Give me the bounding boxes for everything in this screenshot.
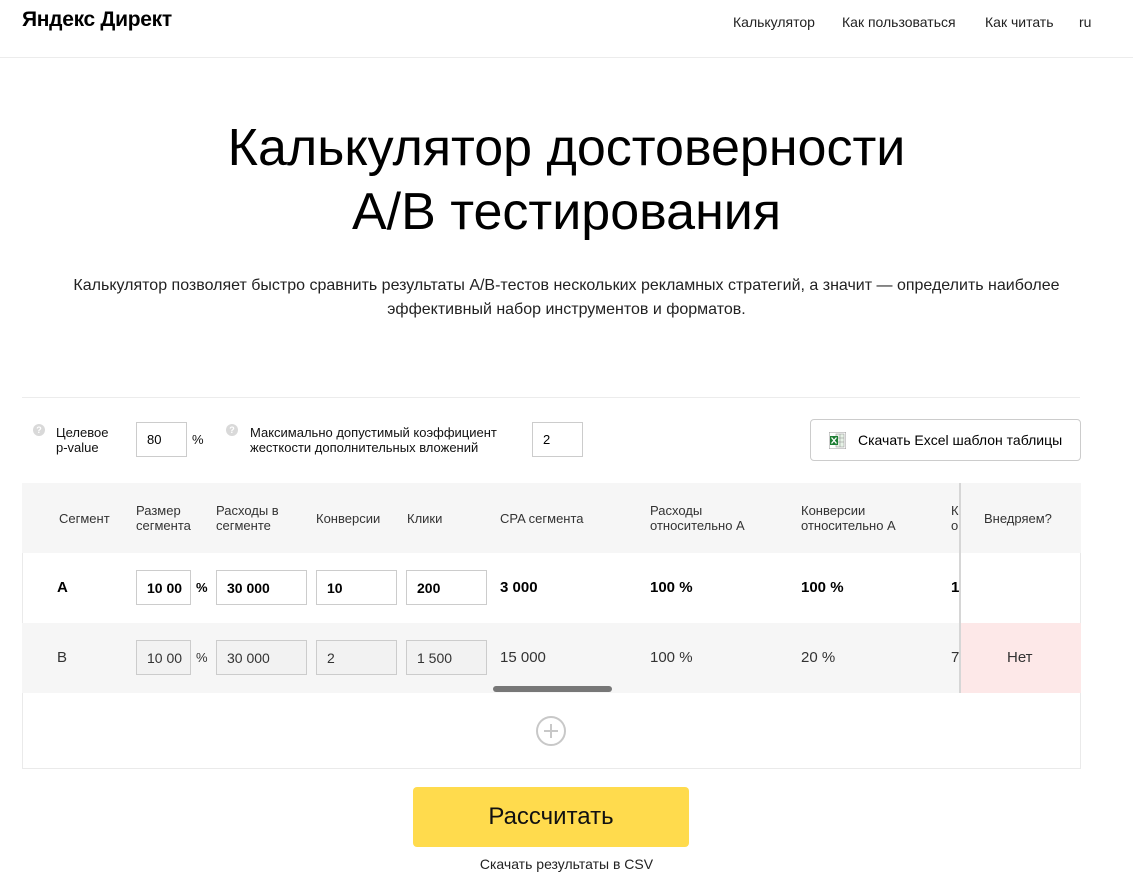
pvalue-label: Целевое p-value <box>56 425 108 455</box>
row-a-clicks-input[interactable]: 200 <box>406 570 487 605</box>
page-title: Калькулятор достоверности A/B тестирован… <box>0 116 1133 244</box>
row-a-spend-relative: 100 % <box>650 579 693 596</box>
row-a-size-unit: % <box>196 580 208 595</box>
row-a-cpa: 3 000 <box>500 579 538 596</box>
sticky-column-separator <box>959 483 961 693</box>
row-b-size-unit: % <box>196 650 208 665</box>
row-b-spend-relative: 100 % <box>650 649 693 666</box>
row-b-clicks-input[interactable]: 1 500 <box>406 640 487 675</box>
pvalue-label-line-2: p-value <box>56 440 99 455</box>
row-a-spend-input[interactable]: 30 000 <box>216 570 307 605</box>
col-truncated-line-2: о <box>951 518 959 533</box>
excel-icon <box>828 431 847 449</box>
col-cpa: CPA сегмента <box>500 511 584 526</box>
title-line-1: Калькулятор достоверности <box>227 119 906 177</box>
row-b-spend-input[interactable]: 30 000 <box>216 640 307 675</box>
col-spend: Расходы в сегменте <box>216 503 279 533</box>
title-line-2: A/B тестирования <box>352 183 781 241</box>
row-b-segment: B <box>57 649 68 666</box>
row-b-size-input[interactable]: 10 00 <box>136 640 191 675</box>
section-divider <box>22 397 1080 398</box>
row-b-truncated: 7 <box>951 649 959 666</box>
logo[interactable]: Яндекс Директ <box>22 8 172 32</box>
pvalue-input[interactable]: 80 <box>136 422 187 457</box>
download-excel-label: Скачать Excel шаблон таблицы <box>858 432 1063 448</box>
col-spend-relative-line-2: относительно A <box>650 518 745 533</box>
col-truncated-line-1: К <box>951 503 959 518</box>
download-excel-template-button[interactable]: Скачать Excel шаблон таблицы <box>810 419 1081 461</box>
language-switcher[interactable]: ru <box>1079 14 1091 30</box>
row-a-conversions-input[interactable]: 10 <box>316 570 397 605</box>
col-conversions-relative-line-2: относительно A <box>801 518 896 533</box>
col-size: Размер сегмента <box>136 503 191 533</box>
col-conversions-relative: Конверсии относительно A <box>801 503 896 533</box>
coefficient-help-icon[interactable]: ? <box>226 424 238 436</box>
pvalue-label-line-1: Целевое <box>56 425 109 440</box>
nav-how-to-use[interactable]: Как пользоваться <box>842 14 956 30</box>
col-segment: Сегмент <box>59 511 110 526</box>
col-truncated: К о <box>951 503 959 533</box>
col-conversions-relative-line-1: Конверсии <box>801 503 866 518</box>
calculate-button[interactable]: Рассчитать <box>413 787 689 847</box>
coefficient-label: Максимально допустимый коэффициент жестк… <box>250 425 497 455</box>
coefficient-label-line-2: жесткости дополнительных вложений <box>250 440 479 455</box>
nav-calculator[interactable]: Калькулятор <box>733 14 815 30</box>
row-b-conversions-input[interactable]: 2 <box>316 640 397 675</box>
col-clicks: Клики <box>407 511 443 526</box>
row-a-truncated: 1 <box>951 579 959 596</box>
col-size-line-2: сегмента <box>136 518 191 533</box>
download-csv-link[interactable]: Скачать результаты в CSV <box>0 856 1133 872</box>
coefficient-label-line-1: Максимально допустимый коэффициент <box>250 425 497 440</box>
col-implement: Внедряем? <box>984 511 1052 526</box>
row-b-implement: Нет <box>1007 649 1033 666</box>
col-spend-relative-line-1: Расходы <box>650 503 703 518</box>
col-conversions: Конверсии <box>316 511 381 526</box>
row-a-conversions-relative: 100 % <box>801 579 844 596</box>
nav-how-to-read[interactable]: Как читать <box>985 14 1054 30</box>
pvalue-help-icon[interactable]: ? <box>33 424 45 436</box>
row-a-size-input[interactable]: 10 00 <box>136 570 191 605</box>
col-spend-line-1: Расходы в <box>216 503 279 518</box>
row-b-cpa: 15 000 <box>500 649 546 666</box>
subtitle-line-2: эффективный набор инструментов и формато… <box>387 301 746 318</box>
pvalue-unit: % <box>192 432 204 447</box>
row-a-segment: A <box>57 579 68 596</box>
coefficient-input[interactable]: 2 <box>532 422 583 457</box>
table-horizontal-scrollbar[interactable] <box>493 686 612 692</box>
header-divider <box>0 57 1133 58</box>
add-segment-plus-icon[interactable] <box>536 716 566 746</box>
col-size-line-1: Размер <box>136 503 181 518</box>
subtitle-line-1: Калькулятор позволяет быстро сравнить ре… <box>73 277 1060 294</box>
col-spend-line-2: сегменте <box>216 518 271 533</box>
row-b-conversions-relative: 20 % <box>801 649 836 666</box>
col-spend-relative: Расходы относительно A <box>650 503 745 533</box>
page-subtitle: Калькулятор позволяет быстро сравнить ре… <box>40 274 1093 322</box>
